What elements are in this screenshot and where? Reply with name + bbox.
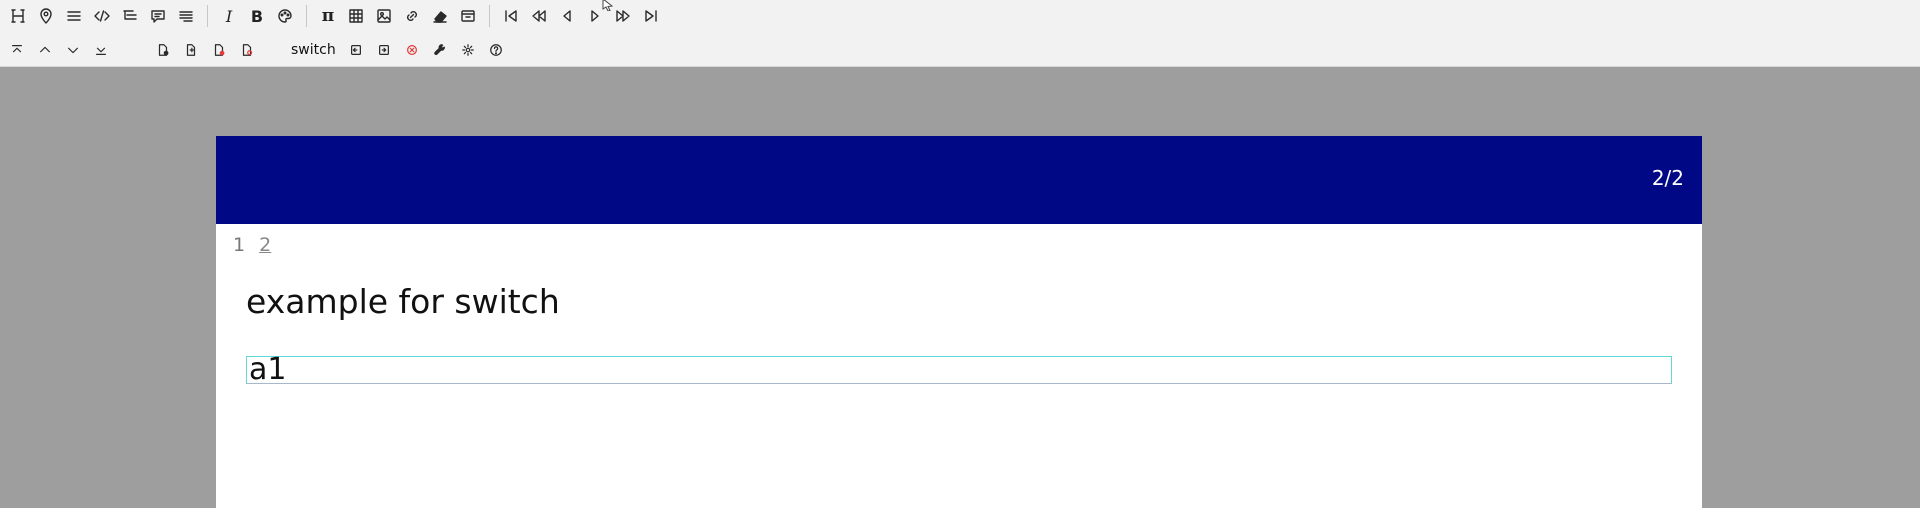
pi-icon[interactable]: π [314,2,342,30]
window-icon[interactable] [454,2,482,30]
switch-label[interactable]: switch [285,36,342,64]
list-icon[interactable] [60,2,88,30]
eraser-icon[interactable] [426,2,454,30]
rewind-icon[interactable] [525,2,553,30]
delete-slide-icon[interactable] [205,36,233,64]
comment-icon[interactable] [144,2,172,30]
separator [207,5,208,27]
tree-list-icon[interactable] [116,2,144,30]
first-slide-icon[interactable] [497,2,525,30]
help-icon[interactable] [482,36,510,64]
heading-icon[interactable] [4,2,32,30]
slide-nav-link-2[interactable]: 2 [259,234,271,256]
move-to-top-icon[interactable] [3,36,31,64]
separator [489,5,490,27]
switch-out-icon[interactable] [370,36,398,64]
toolbar-row-1: I B π [4,1,665,31]
slide-header: 2/2 [216,136,1702,224]
palette-icon[interactable] [271,2,299,30]
wrench-icon[interactable] [426,36,454,64]
move-up-icon[interactable] [31,36,59,64]
toolbar-row-2: switch [3,35,510,65]
switch-in-icon[interactable] [342,36,370,64]
code-icon[interactable] [88,2,116,30]
stop-icon[interactable] [398,36,426,64]
move-to-bottom-icon[interactable] [87,36,115,64]
table-icon[interactable] [342,2,370,30]
settings-icon[interactable] [454,36,482,64]
last-slide-icon[interactable] [637,2,665,30]
previous-icon[interactable] [553,2,581,30]
add-slide-before-icon[interactable] [149,36,177,64]
toolbar: I B π switch [0,0,1920,67]
separator [306,5,307,27]
link-icon[interactable] [398,2,426,30]
italic-icon[interactable]: I [215,2,243,30]
image-icon[interactable] [370,2,398,30]
slide-title: example for switch [246,282,560,321]
paragraph-icon[interactable] [172,2,200,30]
slide-nav: 1 2 [233,234,279,256]
slide: 2/2 1 2 example for switch a1 [216,136,1702,508]
add-slide-after-icon[interactable] [177,36,205,64]
bold-icon[interactable]: B [243,2,271,30]
page-counter: 2/2 [1651,166,1684,190]
remove-slide-icon[interactable] [233,36,261,64]
answer-input[interactable]: a1 [246,355,1672,385]
map-pin-icon[interactable] [32,2,60,30]
move-down-icon[interactable] [59,36,87,64]
mouse-cursor-icon [602,0,620,15]
slide-nav-link-1[interactable]: 1 [233,234,245,256]
